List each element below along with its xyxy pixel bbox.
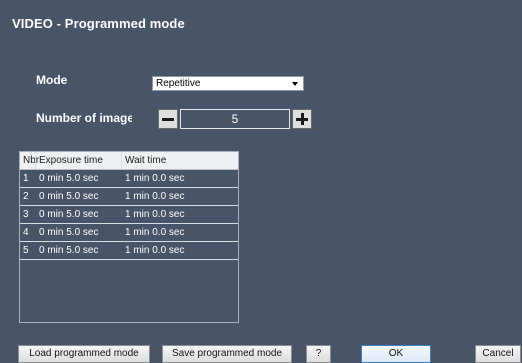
cell-wait: 1 min 0.0 sec: [125, 209, 185, 220]
cell-exposure: 0 min 5.0 sec: [39, 227, 99, 238]
decrement-button[interactable]: [158, 109, 178, 129]
column-header-wait: Wait time: [125, 155, 167, 166]
cell-wait: 1 min 0.0 sec: [125, 227, 185, 238]
cell-exposure: 0 min 5.0 sec: [39, 245, 99, 256]
dialog-title: VIDEO - Programmed mode: [12, 16, 185, 31]
ok-button[interactable]: OK: [361, 345, 431, 363]
cell-wait: 1 min 0.0 sec: [125, 173, 185, 184]
cell-nbr: 4: [23, 227, 29, 238]
cell-exposure: 0 min 5.0 sec: [39, 191, 99, 202]
chevron-down-icon: [292, 82, 298, 86]
table-row[interactable]: 1 0 min 5.0 sec 1 min 0.0 sec: [20, 170, 238, 188]
cell-exposure: 0 min 5.0 sec: [39, 173, 99, 184]
column-divider: [35, 152, 36, 169]
increment-button[interactable]: [292, 109, 312, 129]
mode-label: Mode: [36, 73, 68, 87]
table-header: Nbr Exposure time Wait time: [20, 152, 238, 170]
save-programmed-mode-button[interactable]: Save programmed mode: [162, 345, 292, 363]
cell-nbr: 3: [23, 209, 29, 220]
mode-select-value: Repetitive: [156, 78, 201, 89]
number-of-images-label: Number of images: [36, 111, 132, 125]
cell-nbr: 5: [23, 245, 29, 256]
table-row[interactable]: 5 0 min 5.0 sec 1 min 0.0 sec: [20, 242, 238, 260]
help-button[interactable]: ?: [306, 345, 331, 363]
column-header-nbr: Nbr: [23, 155, 40, 166]
mode-select[interactable]: Repetitive: [152, 76, 304, 91]
minus-icon: [162, 118, 174, 121]
table-row[interactable]: 2 0 min 5.0 sec 1 min 0.0 sec: [20, 188, 238, 206]
sequence-table[interactable]: Nbr Exposure time Wait time 1 0 min 5.0 …: [19, 151, 239, 323]
cell-nbr: 2: [23, 191, 29, 202]
cell-nbr: 1: [23, 173, 29, 184]
table-row[interactable]: 3 0 min 5.0 sec 1 min 0.0 sec: [20, 206, 238, 224]
cell-exposure: 0 min 5.0 sec: [39, 209, 99, 220]
number-of-images-field[interactable]: 5: [180, 109, 290, 129]
cell-wait: 1 min 0.0 sec: [125, 245, 185, 256]
column-divider: [121, 152, 122, 169]
cell-wait: 1 min 0.0 sec: [125, 191, 185, 202]
load-programmed-mode-button[interactable]: Load programmed mode: [18, 345, 150, 363]
table-row[interactable]: 4 0 min 5.0 sec 1 min 0.0 sec: [20, 224, 238, 242]
column-header-exposure: Exposure time: [39, 155, 103, 166]
cancel-button[interactable]: Cancel: [475, 345, 521, 363]
